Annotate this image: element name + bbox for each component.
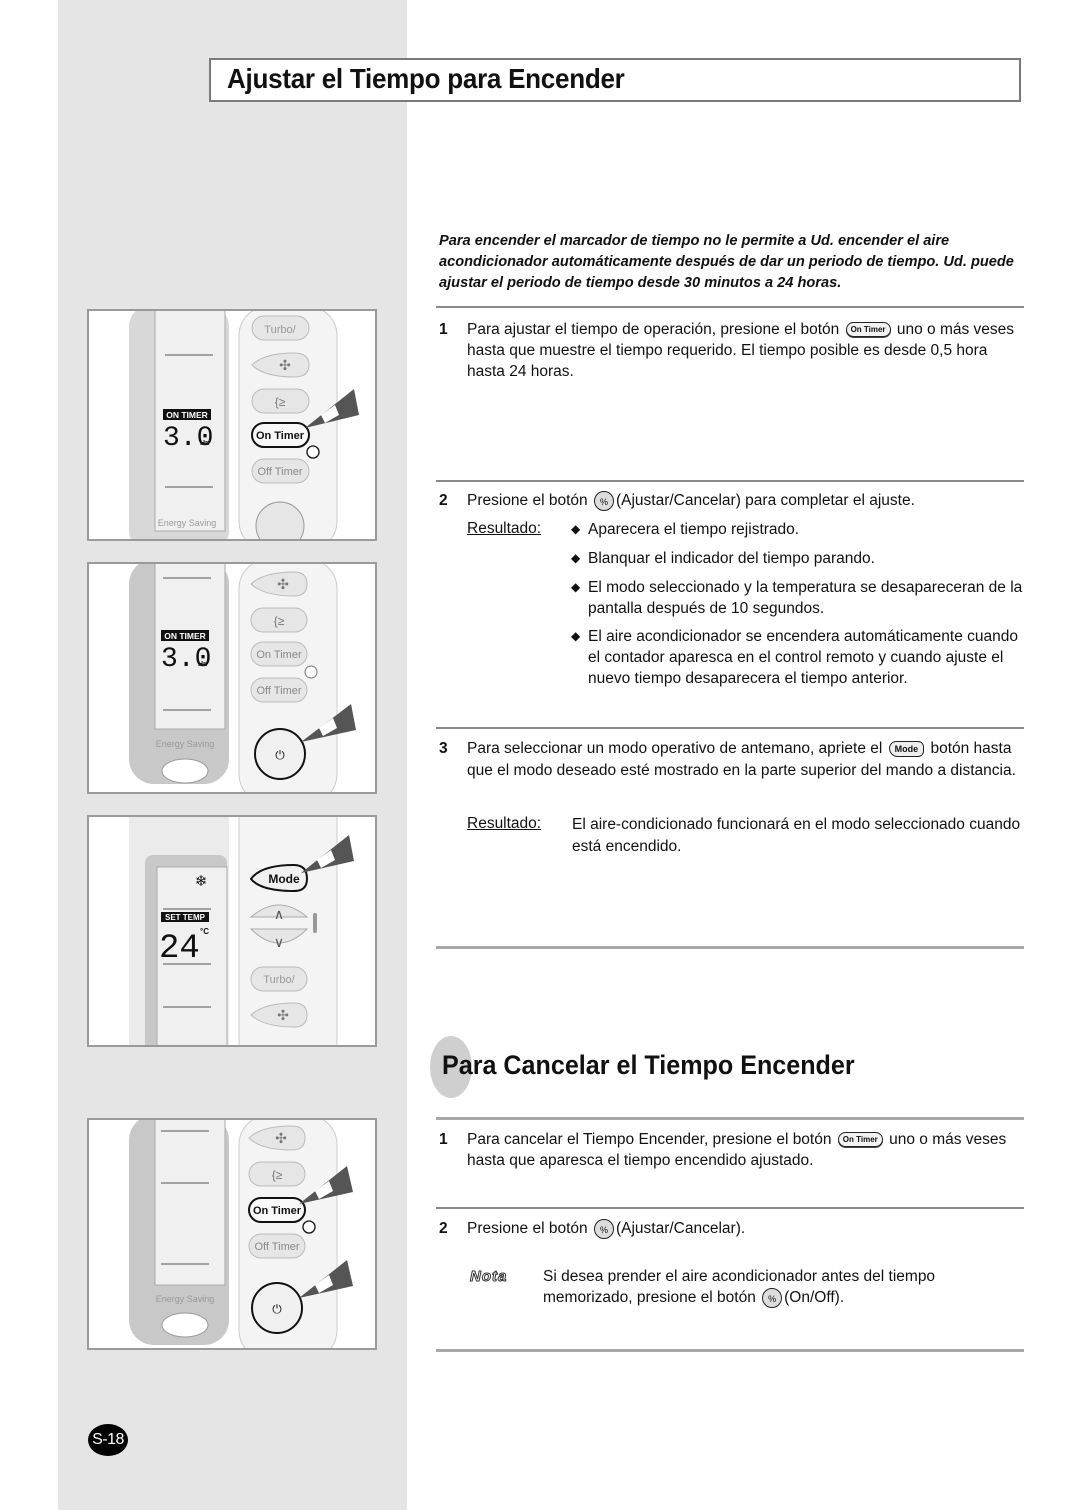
result-text: El aire-condicionado funcionará en el mo… [572,816,1021,855]
lcd-value: 24 [159,930,200,968]
step-2: 2 Presione el botón % (Ajustar/Cancelar) … [439,490,1029,511]
result-label: Resultado: [467,520,542,537]
step-number: 1 [439,1131,448,1148]
title-box: Ajustar el Tiempo para Encender [209,58,1021,102]
energy-saving-label: Energy Saving [158,518,217,528]
divider [436,727,1024,729]
step-text: Para seleccionar un modo operativo de an… [467,740,883,757]
remote-illustration-4: Energy Saving ✣ {≥ On Timer Off Timer ⏻ [87,1118,377,1350]
result-bullet: ◆ El aire acondicionador se encendera au… [571,628,1018,687]
result-bullet: ◆ El modo seleccionado y la temperatura … [571,579,1023,617]
step-text: Para ajustar el tiempo de operación, pre… [467,321,840,338]
mode-button-icon: Mode [888,740,925,757]
note-text: Si desea prender el aire acondicionador … [543,1268,936,1308]
on-timer-label: On Timer [256,649,302,661]
lcd-label: ON TIMER [164,631,206,641]
lcd-unit: °C [200,927,209,936]
divider [436,306,1024,308]
lcd-display [154,1120,226,1286]
power-icon: ⏻ [272,1302,282,1316]
on-timer-label: On Timer [253,1205,302,1217]
off-timer-label: Off Timer [257,466,302,478]
down-arrow-icon: ∨ [274,934,284,950]
on-off-button-icon: % [762,1287,783,1308]
section-title: Para Cancelar el Tiempo Encender [442,1050,855,1080]
set-cancel-button-icon: % [593,1218,614,1239]
diamond-icon: ◆ [571,580,581,594]
on-timer-button-icon: On Timer [837,1132,883,1148]
diamond-icon: ◆ [571,522,581,536]
swing-icon: {≥ [272,1168,283,1182]
up-arrow-icon: ∧ [274,906,284,922]
lcd-label: ON TIMER [166,410,208,420]
energy-saving-button [161,758,209,784]
lcd-label: SET TEMP [165,913,206,922]
divider [436,1117,1024,1120]
thermometer-icon [313,913,317,933]
cancel-step-2: 2 Presione el botón % (Ajustar/Cancelar). [439,1218,1029,1239]
divider [436,480,1024,482]
lcd-value: 3.0 [161,644,211,675]
step-text: Para cancelar el Tiempo Encender, presio… [467,1131,832,1148]
lcd-unit: Hr. [200,440,209,447]
lcd-display [154,311,226,532]
lcd-unit: Hr. [198,661,207,668]
swing-icon: {≥ [274,614,285,628]
step-3: 3 Para seleccionar un modo operativo de … [439,738,1029,782]
step-text: Presione el botón [467,1220,588,1237]
step-text: (Ajustar/Cancelar) para completar el aju… [615,492,915,509]
note-label: Nota [469,1268,508,1286]
step-text: (Ajustar/Cancelar). [615,1220,746,1237]
divider [436,1207,1024,1209]
remote-illustration-1: ON TIMER 3.0 Hr. Energy Saving Turbo/ ✣ … [87,309,377,541]
step-number: 2 [439,1220,448,1237]
power-icon: ⏻ [275,748,285,762]
divider [436,1349,1024,1352]
clock-icon [302,1220,316,1234]
cancel-step-1: 1 Para cancelar el Tiempo Encender, pres… [439,1129,1029,1171]
step-number: 3 [439,740,448,757]
set-cancel-button-icon: % [593,490,614,511]
page-title: Ajustar el Tiempo para Encender [227,63,625,94]
on-timer-button-icon: On Timer [845,322,891,338]
result-label: Resultado: [467,815,542,832]
divider [436,946,1024,949]
diamond-icon: ◆ [571,551,581,565]
clock-icon [306,445,320,459]
turbo-label: Turbo/ [263,974,295,986]
result-bullet: ◆ Aparecera el tiempo rejistrado. [571,521,800,538]
fan-icon: ✣ [277,1007,289,1023]
remote-illustration-3: ❄ SET TEMP 24 °C Mode ∧ ∨ Turbo/ ✣ [87,815,377,1047]
fan-icon: ✣ [275,1130,287,1146]
step-number: 2 [439,492,448,509]
fan-icon: ✣ [279,357,291,373]
page-number-badge: S-18 [88,1424,128,1456]
step-text: Presione el botón [467,492,588,509]
result-bullet: ◆ Blanquar el indicador del tiempo paran… [571,550,875,567]
lcd-value: 3.0 [163,423,213,454]
energy-saving-button [161,1312,209,1338]
snowflake-icon: ❄ [195,873,208,890]
mode-label: Mode [268,872,300,886]
step-number: 1 [439,321,448,338]
off-timer-label: Off Timer [256,685,301,697]
energy-saving-label: Energy Saving [156,739,215,749]
intro-paragraph: Para encender el marcador de tiempo no l… [439,233,1014,291]
turbo-label: Turbo/ [264,324,296,336]
on-timer-label: On Timer [256,430,305,442]
off-timer-label: Off Timer [254,1241,299,1253]
diamond-icon: ◆ [571,629,581,643]
clock-icon [304,665,318,679]
swing-icon: {≥ [275,395,286,409]
energy-saving-label: Energy Saving [156,1294,215,1304]
step-1: 1 Para ajustar el tiempo de operación, p… [439,319,1029,382]
fan-icon: ✣ [277,576,289,592]
remote-illustration-2: ON TIMER 3.0 Hr. Energy Saving ✣ {≥ On T… [87,562,377,794]
